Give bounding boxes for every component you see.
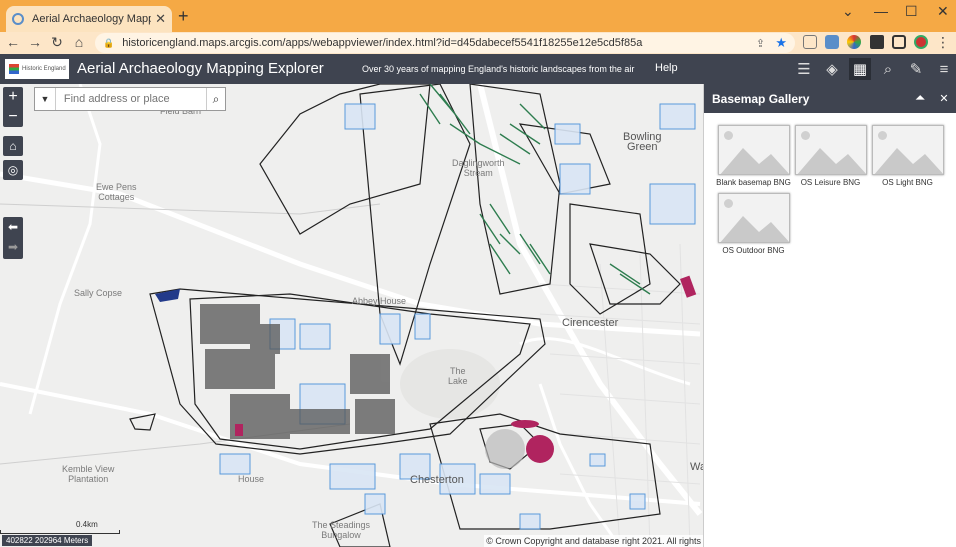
profile-avatar[interactable] [914,35,928,49]
map-label: Cirencester [562,317,619,329]
logo-mark-icon [9,64,19,74]
basemap-label: Blank basemap BNG [716,178,791,187]
extensions-puzzle-icon[interactable] [870,35,884,49]
more-menu-icon[interactable]: ≡ [933,58,955,80]
search-icon[interactable]: ⌕ [205,88,225,110]
my-location-button[interactable]: ◎ [3,160,23,180]
map-label: Ewe Pens Cottages [96,182,137,202]
basemap-label: OS Outdoor BNG [722,246,785,255]
logo-text: Historic England [22,66,66,72]
home-icon[interactable]: ⌂ [70,34,88,50]
collapse-icon[interactable]: ⏶ [908,92,932,105]
scale-label: 0.4km [76,520,98,529]
basemap-thumbnail-icon [717,193,790,243]
home-extent-button[interactable]: ⌂ [3,136,23,156]
basemap-label: OS Leisure BNG [800,178,861,187]
share-icon[interactable]: ⇪ [756,37,765,50]
map-view[interactable]: Field Barn Ewe Pens Cottages Daglingwort… [0,84,703,547]
close-window-icon[interactable]: ✕ [937,3,949,20]
extension-window-icon[interactable] [825,35,839,49]
map-label: Wa [690,461,703,473]
map-label: The Steadings Bungalow [312,520,371,540]
historic-england-logo: Historic England [5,59,69,79]
extension-color-icon[interactable] [847,35,861,49]
extension-screenshot-icon[interactable] [803,35,817,49]
coordinate-readout: 402822 202964 Meters [2,535,93,546]
zoom-out-button[interactable]: − [3,107,23,127]
basemap-item[interactable]: OS Light BNG [869,125,946,187]
map-label: Kemble View Plantation [62,464,115,484]
layers-icon[interactable]: ◈ [821,58,843,80]
tab-close-icon[interactable]: ✕ [155,11,166,27]
basemap-item[interactable]: OS Leisure BNG [792,125,869,187]
zoom-control: + − [3,87,23,127]
maximize-icon[interactable]: ☐ [905,3,918,20]
tab-search-icon[interactable]: ⌄ [842,3,854,20]
copyright-text: © Crown Copyright and database right 202… [484,535,703,547]
basemap-thumbnail-icon [794,125,867,175]
panel-header: Basemap Gallery ⏶ ✕ [704,84,956,113]
previous-extent-icon[interactable]: ⬅ [3,217,23,237]
map-label: Daglingworth Stream [452,158,505,178]
next-extent-icon[interactable]: ➡ [3,237,23,257]
minimize-icon[interactable]: — [874,3,888,19]
address-bar[interactable]: 🔒 historicengland.maps.arcgis.com/apps/w… [95,33,795,53]
basemap-thumbnail-icon [871,125,944,175]
basemap-gallery-icon[interactable]: ▦ [849,58,871,80]
browser-toolbar: ← → ↻ ⌂ 🔒 historicengland.maps.arcgis.co… [0,32,956,54]
map-label: Bowling Green [623,131,662,153]
browser-tab[interactable]: Aerial Archaeology Mapping Exp ✕ [6,6,172,32]
basemap-thumbnail-icon [717,125,790,175]
map-label: Abbey House [352,296,407,306]
panel-title: Basemap Gallery [712,91,810,106]
basemap-item[interactable]: OS Outdoor BNG [715,193,792,255]
browser-titlebar: Aerial Archaeology Mapping Exp ✕ + ⌄ — ☐… [0,0,956,32]
search-source-dropdown-icon[interactable]: ▼ [35,88,56,110]
zoom-in-button[interactable]: + [3,87,23,107]
legend-list-icon[interactable]: ☰ [793,58,815,80]
tab-title: Aerial Archaeology Mapping Exp [32,13,151,25]
map-label: House [238,474,265,484]
search-input[interactable] [55,88,206,110]
basemap-gallery-panel: Basemap Gallery ⏶ ✕ Blank basemap BNG OS… [703,84,956,547]
bookmark-star-icon[interactable]: ★ [775,35,787,51]
reload-icon[interactable]: ↻ [48,34,66,51]
browser-menu-icon[interactable]: ⋮ [934,34,952,51]
map-label: Sally Copse [74,288,123,298]
map-label: The Lake [448,366,468,386]
app-header: Historic England Aerial Archaeology Mapp… [0,54,956,84]
address-search: ▼ ⌕ [34,87,226,111]
lock-icon: 🔒 [103,37,115,48]
new-tab-button[interactable]: + [178,6,189,27]
extent-navigate-control[interactable]: ⬅ ➡ [3,217,23,259]
help-link[interactable]: Help [655,62,678,74]
app-title: Aerial Archaeology Mapping Explorer [77,60,324,77]
measure-icon[interactable]: ✎ [905,58,927,80]
basemap-list: Blank basemap BNG OS Leisure BNG OS Ligh… [704,113,956,261]
basemap-label: OS Light BNG [882,178,933,187]
scale-bar [0,530,120,534]
app-subtitle: Over 30 years of mapping England's histo… [362,64,635,74]
url-text: historicengland.maps.arcgis.com/apps/web… [122,37,643,49]
map-label: Chesterton [410,474,464,486]
query-icon[interactable]: ⌕ [877,58,899,80]
forward-icon[interactable]: → [26,34,44,50]
close-icon[interactable]: ✕ [932,92,956,105]
basemap-item[interactable]: Blank basemap BNG [715,125,792,187]
back-icon[interactable]: ← [4,34,22,50]
tab-favicon-icon [12,13,24,25]
sidepanel-icon[interactable] [892,35,906,49]
